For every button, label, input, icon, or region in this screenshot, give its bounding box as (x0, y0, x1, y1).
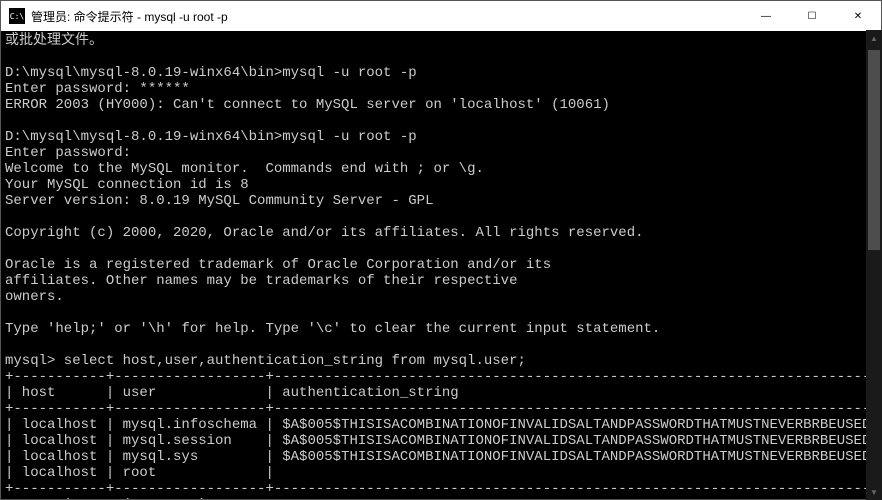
terminal-line: | localhost | mysql.session | $A$005$THI… (5, 433, 881, 449)
terminal-line: Server version: 8.0.19 MySQL Community S… (5, 193, 433, 209)
terminal-line: ERROR 2003 (HY000): Can't connect to MyS… (5, 97, 610, 113)
terminal-line: Welcome to the MySQL monitor. Commands e… (5, 161, 484, 177)
terminal-line: mysql> select host,user,authentication_s… (5, 353, 526, 369)
scrollbar-thumb[interactable] (868, 50, 880, 250)
terminal-line: | host | user | authentication_string | (5, 385, 881, 401)
terminal-line: Oracle is a registered trademark of Orac… (5, 257, 551, 273)
terminal-line: Enter password: (5, 145, 131, 161)
window-title: 管理员: 命令提示符 - mysql -u root -p (31, 8, 743, 25)
terminal-line: 4 rows in set (0.04 sec) (5, 497, 207, 499)
window-controls: — ☐ ✕ (743, 1, 881, 31)
terminal-line: +-----------+------------------+--------… (5, 369, 881, 385)
terminal-line: affiliates. Other names may be trademark… (5, 273, 517, 289)
app-icon-glyph: C:\ (10, 12, 24, 21)
scroll-down-arrow-icon[interactable]: ▼ (866, 484, 882, 500)
maximize-button[interactable]: ☐ (789, 1, 835, 31)
terminal-line: | localhost | root | | (5, 465, 881, 481)
terminal-line: Type 'help;' or '\h' for help. Type '\c'… (5, 321, 660, 337)
terminal-output[interactable]: 或批处理文件。 D:\mysql\mysql-8.0.19-winx64\bin… (1, 31, 881, 499)
app-icon: C:\ (9, 8, 25, 24)
terminal-line: | localhost | mysql.infoschema | $A$005$… (5, 417, 881, 433)
minimize-button[interactable]: — (743, 1, 789, 31)
cmd-window: C:\ 管理员: 命令提示符 - mysql -u root -p — ☐ ✕ … (0, 0, 882, 500)
terminal-line: D:\mysql\mysql-8.0.19-winx64\bin>mysql -… (5, 129, 417, 145)
terminal-line: Copyright (c) 2000, 2020, Oracle and/or … (5, 225, 644, 241)
vertical-scrollbar[interactable]: ▲ ▼ (866, 30, 882, 500)
terminal-line: owners. (5, 289, 64, 305)
terminal-line: +-----------+------------------+--------… (5, 401, 881, 417)
terminal-line: Your MySQL connection id is 8 (5, 177, 249, 193)
terminal-line: D:\mysql\mysql-8.0.19-winx64\bin>mysql -… (5, 65, 417, 81)
terminal-line: +-----------+------------------+--------… (5, 481, 881, 497)
titlebar[interactable]: C:\ 管理员: 命令提示符 - mysql -u root -p — ☐ ✕ (1, 1, 881, 31)
terminal-line: Enter password: ****** (5, 81, 190, 97)
close-button[interactable]: ✕ (835, 1, 881, 31)
terminal-line: 或批处理文件。 (5, 33, 103, 49)
scroll-up-arrow-icon[interactable]: ▲ (866, 30, 882, 46)
terminal-line: | localhost | mysql.sys | $A$005$THISISA… (5, 449, 881, 465)
